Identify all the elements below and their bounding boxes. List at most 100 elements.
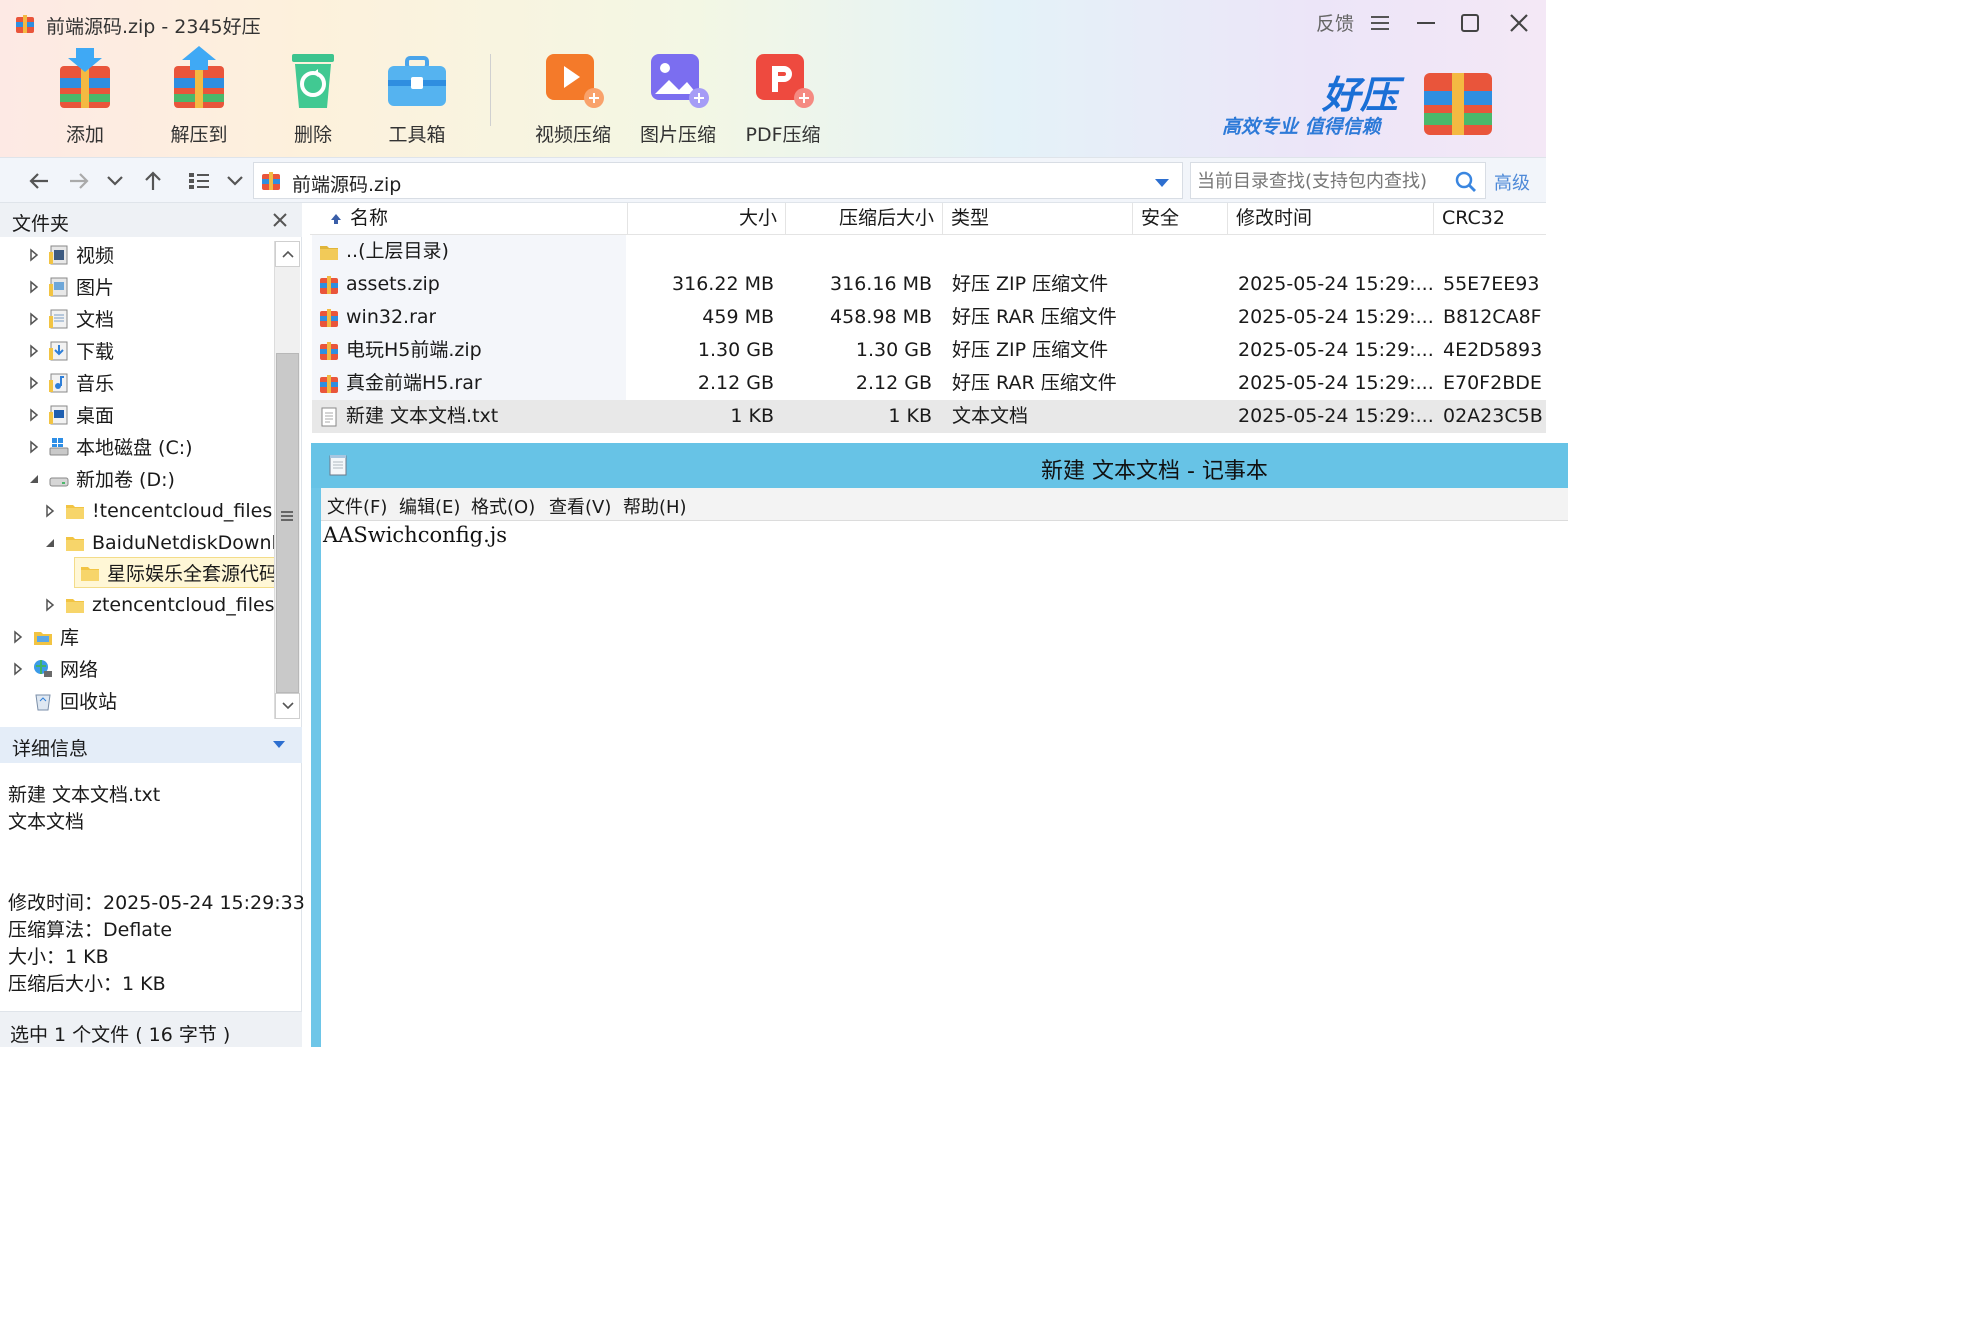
details-panel-header[interactable]: 详细信息: [0, 727, 302, 763]
text-file-icon: [321, 407, 337, 427]
tree-item-videos[interactable]: 视频: [26, 239, 114, 270]
tree-item-libraries[interactable]: 库: [10, 621, 79, 652]
video-compress-button[interactable]: 视频压缩: [528, 44, 618, 147]
tree-item-ztencentcloud-files[interactable]: ztencentcloud_files: [42, 589, 274, 620]
feedback-link[interactable]: 反馈: [1316, 9, 1354, 36]
tree-item-tencentcloud-files[interactable]: !tencentcloud_files: [42, 495, 272, 526]
column-header-type[interactable]: 类型: [943, 203, 1133, 235]
forward-icon[interactable]: [64, 166, 94, 196]
minimize-icon[interactable]: [1411, 8, 1441, 38]
tree-item-label: 库: [60, 627, 80, 649]
add-button[interactable]: 添加: [40, 44, 130, 147]
sidebar-scrollbar[interactable]: [274, 241, 300, 719]
collapse-arrow-icon[interactable]: [42, 535, 58, 551]
pdf-compress-button[interactable]: PDF压缩: [738, 44, 828, 147]
details-collapse-icon[interactable]: [272, 740, 286, 749]
notepad-window: 新建 文本文档 - 记事本 文件(F) 编辑(E) 格式(O) 查看(V) 帮助…: [311, 443, 1568, 1047]
expand-arrow-icon[interactable]: [26, 439, 42, 455]
tree-item-source-code-selected[interactable]: 星际娱乐全套源代码: [74, 557, 274, 588]
file-type: 文本文档: [952, 405, 1029, 427]
tree-item-recycle-bin[interactable]: 回收站: [32, 685, 117, 716]
search-input[interactable]: [1197, 168, 1447, 194]
search-icon[interactable]: [1455, 171, 1477, 193]
tree-item-desktop[interactable]: 桌面: [26, 399, 114, 430]
file-row[interactable]: 真金前端H5.rar 2.12 GB 2.12 GB 好压 RAR 压缩文件 2…: [312, 367, 1546, 400]
delete-button[interactable]: 删除: [268, 44, 358, 147]
menu-help[interactable]: 帮助(H): [623, 493, 687, 519]
toolbox-button[interactable]: 工具箱: [372, 44, 462, 147]
scroll-up-icon[interactable]: [275, 241, 300, 267]
pdf-compress-icon: [756, 54, 814, 108]
column-header-name[interactable]: 名称: [312, 203, 628, 235]
extract-button[interactable]: 解压到: [154, 44, 244, 147]
notepad-title-bar[interactable]: 新建 文本文档 - 记事本: [311, 443, 1568, 488]
view-dropdown-icon[interactable]: [220, 166, 250, 196]
expand-arrow-icon[interactable]: [26, 407, 42, 423]
sidebar-close-icon[interactable]: [272, 212, 288, 228]
close-icon[interactable]: [1504, 8, 1534, 38]
file-name: 电玩H5前端.zip: [346, 339, 482, 361]
file-packed-size: 316.16 MB: [830, 273, 932, 295]
file-row[interactable]: 电玩H5前端.zip 1.30 GB 1.30 GB 好压 ZIP 压缩文件 2…: [312, 334, 1546, 367]
tree-item-documents[interactable]: 文档: [26, 303, 114, 334]
address-dropdown-icon[interactable]: [1154, 178, 1170, 188]
expand-arrow-icon[interactable]: [26, 311, 42, 327]
expand-arrow-icon[interactable]: [26, 247, 42, 263]
tree-item-music[interactable]: 音乐: [26, 367, 114, 398]
menu-view[interactable]: 查看(V): [549, 493, 611, 519]
expand-arrow-icon[interactable]: [26, 279, 42, 295]
file-size: 316.22 MB: [672, 273, 774, 295]
scrollbar-thumb[interactable]: [276, 353, 299, 693]
address-bar[interactable]: 前端源码.zip: [253, 162, 1183, 199]
tree-item-label: 视频: [76, 245, 115, 267]
add-archive-icon: [60, 48, 110, 108]
advanced-search-link[interactable]: 高级: [1494, 169, 1530, 195]
tree-item-baidunetdisk[interactable]: BaiduNetdiskDownload: [42, 527, 274, 558]
up-folder-icon[interactable]: [138, 166, 168, 196]
details-modified: 修改时间：2025-05-24 15:29:33: [8, 892, 305, 914]
collapse-arrow-icon[interactable]: [26, 471, 42, 487]
details-method: 压缩算法：Deflate: [8, 919, 173, 941]
tree-item-network[interactable]: 网络: [10, 653, 98, 684]
maximize-icon[interactable]: [1455, 8, 1485, 38]
column-header-modified[interactable]: 修改时间: [1228, 203, 1434, 235]
scroll-down-icon[interactable]: [275, 693, 300, 719]
view-mode-icon[interactable]: [184, 166, 214, 196]
menu-file[interactable]: 文件(F): [327, 493, 387, 519]
history-dropdown-icon[interactable]: [100, 166, 130, 196]
file-name: assets.zip: [346, 273, 440, 295]
column-crc-label: CRC32: [1442, 207, 1505, 229]
expand-arrow-icon[interactable]: [26, 375, 42, 391]
menu-edit[interactable]: 编辑(E): [399, 493, 460, 519]
video-folder-icon: [49, 245, 68, 264]
file-row-parent[interactable]: ..(上层目录): [312, 235, 1546, 268]
file-row[interactable]: assets.zip 316.22 MB 316.16 MB 好压 ZIP 压缩…: [312, 268, 1546, 301]
tree-item-downloads[interactable]: 下载: [26, 335, 114, 366]
title-toolbar-area: 前端源码.zip - 2345好压 反馈 添加 解压到 删除 工具箱 视频压缩 …: [0, 0, 1546, 157]
image-compress-button[interactable]: 图片压缩: [633, 44, 723, 147]
column-header-crc[interactable]: CRC32: [1434, 203, 1546, 235]
window-title: 前端源码.zip - 2345好压: [46, 16, 261, 38]
file-row[interactable]: win32.rar 459 MB 458.98 MB 好压 RAR 压缩文件 2…: [312, 301, 1546, 334]
tree-item-pictures[interactable]: 图片: [26, 271, 114, 302]
menu-format[interactable]: 格式(O): [471, 493, 535, 519]
expand-arrow-icon[interactable]: [10, 661, 26, 677]
notepad-text-area[interactable]: AASwichconfig.js: [321, 521, 1568, 1047]
back-icon[interactable]: [24, 166, 54, 196]
expand-arrow-icon[interactable]: [26, 343, 42, 359]
tree-item-drive-c[interactable]: 本地磁盘 (C:): [26, 431, 193, 462]
expand-arrow-icon[interactable]: [10, 629, 26, 645]
folder-icon: [66, 504, 84, 519]
expand-arrow-icon[interactable]: [42, 597, 58, 613]
folder-sidebar: 文件夹 视频 图片 文档 下载 音乐 桌面 本地磁盘 (C:) 新加卷 (D:)…: [0, 203, 305, 1047]
tree-item-drive-d[interactable]: 新加卷 (D:): [26, 463, 175, 494]
search-box[interactable]: [1190, 162, 1486, 199]
brand-name: 好压: [1322, 73, 1399, 117]
column-header-size[interactable]: 大小: [628, 203, 786, 235]
column-header-packed[interactable]: 压缩后大小: [786, 203, 943, 235]
column-header-security[interactable]: 安全: [1133, 203, 1228, 235]
expand-arrow-icon[interactable]: [42, 503, 58, 519]
file-row-selected[interactable]: 新建 文本文档.txt 1 KB 1 KB 文本文档 2025-05-24 15…: [312, 400, 1546, 433]
file-packed-size: 2.12 GB: [855, 372, 932, 394]
menu-icon[interactable]: [1366, 8, 1396, 38]
